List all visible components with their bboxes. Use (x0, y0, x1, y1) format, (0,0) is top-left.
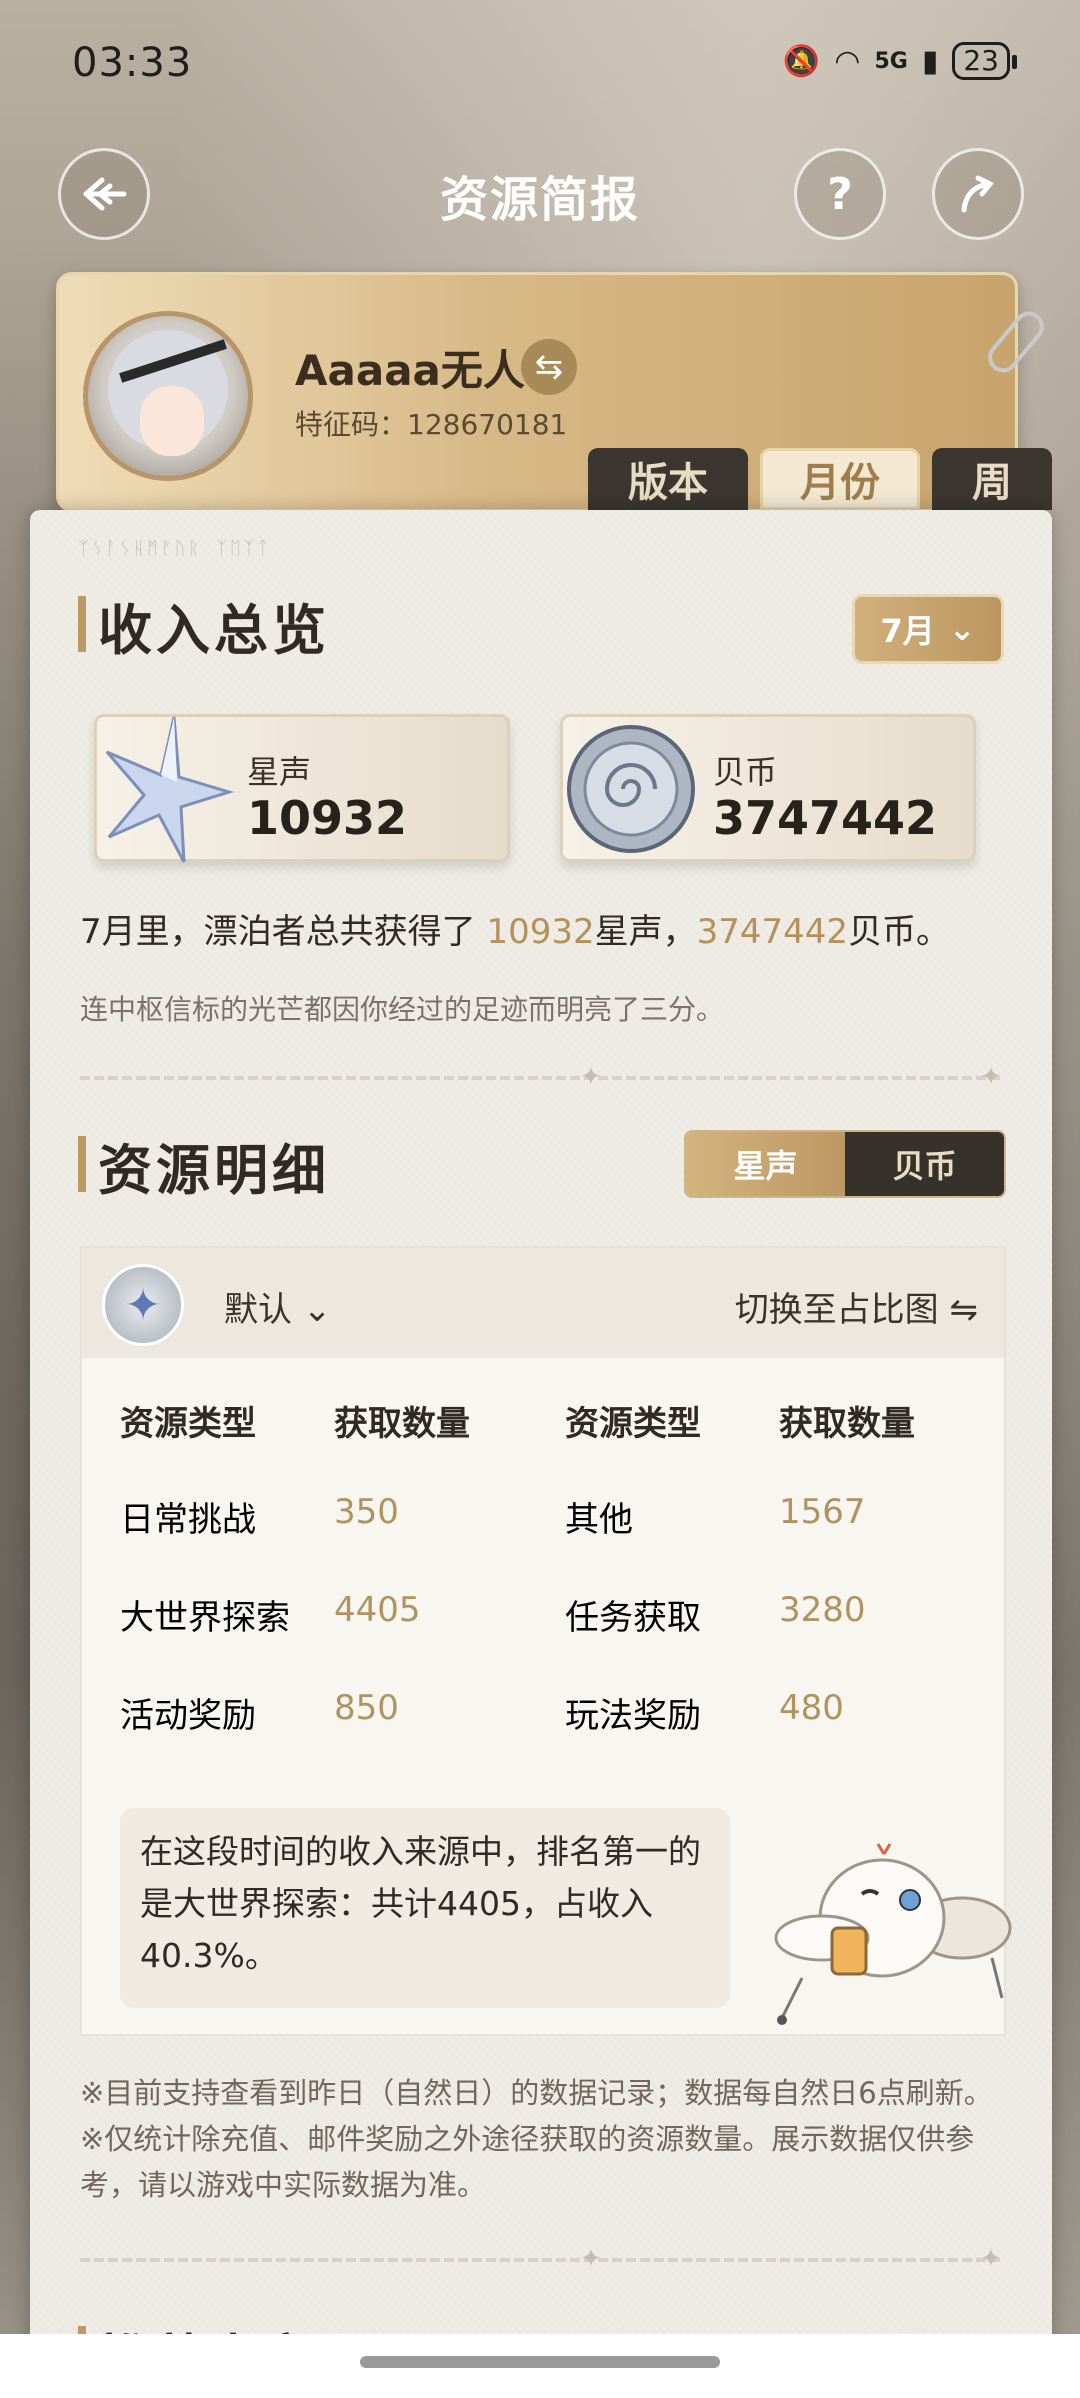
decorative-glyphs: ᛉᛊᚨᛊᚺᛗᚠᚢᚱ ᛉᛖᛉᛏ (78, 538, 272, 559)
type-cell: 其他 (565, 1500, 633, 1540)
note-line: 在这段时间的收入来源中，排名第一的 (140, 1832, 701, 1871)
type-cell: 大世界探索 (120, 1598, 290, 1638)
help-button[interactable]: ? (794, 148, 886, 240)
share-button[interactable] (932, 148, 1024, 240)
toggle-star-button[interactable]: 星声 (686, 1132, 845, 1196)
navigation-bar (0, 2334, 1080, 2398)
filter-dropdown[interactable]: 默认 ⌄ (224, 1282, 331, 1331)
amount-cell: 350 (334, 1492, 399, 1532)
tab-month[interactable]: 月份 (760, 448, 920, 510)
detail-title: 资源明细 (98, 1139, 330, 1202)
amount-cell: 4405 (334, 1590, 421, 1630)
col-header: 获取数量 (779, 1404, 915, 1444)
mascot-icon (774, 1843, 1012, 2025)
panel-header: ✦ 默认 ⌄ 切换至占比图 ⇋ (82, 1248, 1004, 1358)
insight-note: 在这段时间的收入来源中，排名第一的 是大世界探索：共计4405，占收入 40.3… (120, 1808, 730, 2008)
coin-total-box: 贝币 3747442 (560, 714, 976, 862)
section-accent (78, 1136, 86, 1192)
coin-label: 贝币 (713, 753, 778, 791)
star-value: 10932 (247, 791, 408, 845)
amount-cell: 850 (334, 1688, 399, 1728)
chevron-down-icon: ⌄ (302, 1290, 332, 1330)
note-line: 是大世界探索：共计4405，占收入 (140, 1884, 653, 1923)
share-icon (961, 175, 994, 213)
col-header: 资源类型 (120, 1404, 256, 1444)
toggle-coin-button[interactable]: 贝币 (845, 1132, 1004, 1196)
mute-icon: 🔕 (782, 43, 821, 79)
flavor-text: 连中枢信标的光芒都因你经过的足迹而明亮了三分。 (80, 993, 725, 1026)
swap-icon: ⇆ (534, 347, 564, 387)
filter-label: 默认 (224, 1290, 292, 1330)
amount-cell: 480 (779, 1688, 844, 1728)
footnote-line: ※目前支持查看到昨日（自然日）的数据记录；数据每自然日6点刷新。 (80, 2076, 993, 2110)
summary-coin-value: 3747442 (696, 912, 849, 952)
amount-cell: 3280 (779, 1590, 866, 1630)
section-divider: ✦ ✦ (80, 1062, 1002, 1092)
shell-coin-icon (567, 725, 695, 853)
chevron-down-icon: ⌄ (948, 610, 976, 648)
currency-toggle: 星声 贝币 (684, 1130, 1006, 1198)
summary-star-unit: 星声， (594, 912, 697, 952)
player-name: Aaaaa无人 (295, 346, 525, 395)
income-summary: 7月里，漂泊者总共获得了 10932星声，3747442贝币。 (80, 904, 950, 953)
col-header: 资源类型 (565, 1404, 701, 1444)
switch-account-button[interactable]: ⇆ (521, 339, 577, 395)
switch-chart-label: 切换至占比图 (734, 1290, 939, 1330)
question-icon: ? (827, 168, 853, 220)
tab-week[interactable]: 周 (932, 448, 1052, 510)
battery-icon: 23 (952, 42, 1017, 80)
type-cell: 活动奖励 (120, 1696, 256, 1736)
page-title: 资源简报 (439, 172, 640, 228)
section-accent (78, 596, 86, 652)
footnotes: ※目前支持查看到昨日（自然日）的数据记录；数据每自然日6点刷新。 ※仅统计除充值… (80, 2070, 1010, 2208)
month-label: 7月 (880, 612, 935, 650)
col-header: 获取数量 (334, 1404, 470, 1444)
status-bar: 03:33 🔕 ◠ 5G ▮ 23 (0, 0, 1080, 130)
star-small-icon: ✦ (102, 1264, 184, 1346)
coin-value: 3747442 (713, 791, 938, 845)
star-label: 星声 (247, 753, 312, 791)
footnote-line: 考，请以游戏中实际数据为准。 (80, 2168, 487, 2202)
player-uid: 特征码：128670181 (295, 408, 568, 441)
clock: 03:33 (72, 40, 193, 86)
report-card: ᛉᛊᚨᛊᚺᛗᚠᚢᚱ ᛉᛖᛉᛏ 收入总览 7月 ⌄ 星声 10932 贝币 374… (30, 510, 1052, 2380)
wifi-icon: ◠ (834, 43, 861, 79)
status-icons: 🔕 ◠ 5G ▮ 23 (782, 42, 1017, 80)
swap-icon: ⇋ (949, 1290, 979, 1330)
star-total-box: 星声 10932 (94, 714, 510, 863)
note-line: 40.3%。 (140, 1936, 278, 1975)
switch-chart-button[interactable]: 切换至占比图 ⇋ (735, 1282, 978, 1331)
section-divider: ✦ ✦ (80, 2244, 1002, 2274)
type-cell: 日常挑战 (120, 1500, 256, 1540)
type-cell: 玩法奖励 (565, 1696, 701, 1736)
network-label: 5G (874, 48, 908, 74)
summary-star-value: 10932 (486, 912, 595, 952)
footnote-line: ※仅统计除充值、邮件奖励之外途径获取的资源数量。展示数据仅供参 (80, 2122, 975, 2156)
summary-prefix: 7月里，漂泊者总共获得了 (80, 912, 487, 952)
signal-icon: ▮ (921, 43, 939, 79)
month-dropdown[interactable]: 7月 ⌄ (852, 594, 1004, 664)
amount-cell: 1567 (779, 1492, 866, 1532)
home-indicator[interactable] (360, 2356, 720, 2368)
star-currency-icon (105, 716, 235, 863)
detail-panel: ✦ 默认 ⌄ 切换至占比图 ⇋ 资源类型 获取数量 资源类型 获取数量 日常挑战… (80, 1246, 1012, 2036)
tab-version[interactable]: 版本 (588, 448, 748, 510)
income-title: 收入总览 (98, 599, 330, 662)
avatar[interactable] (83, 311, 253, 481)
summary-coin-unit: 贝币。 (848, 912, 951, 952)
type-cell: 任务获取 (565, 1598, 701, 1638)
